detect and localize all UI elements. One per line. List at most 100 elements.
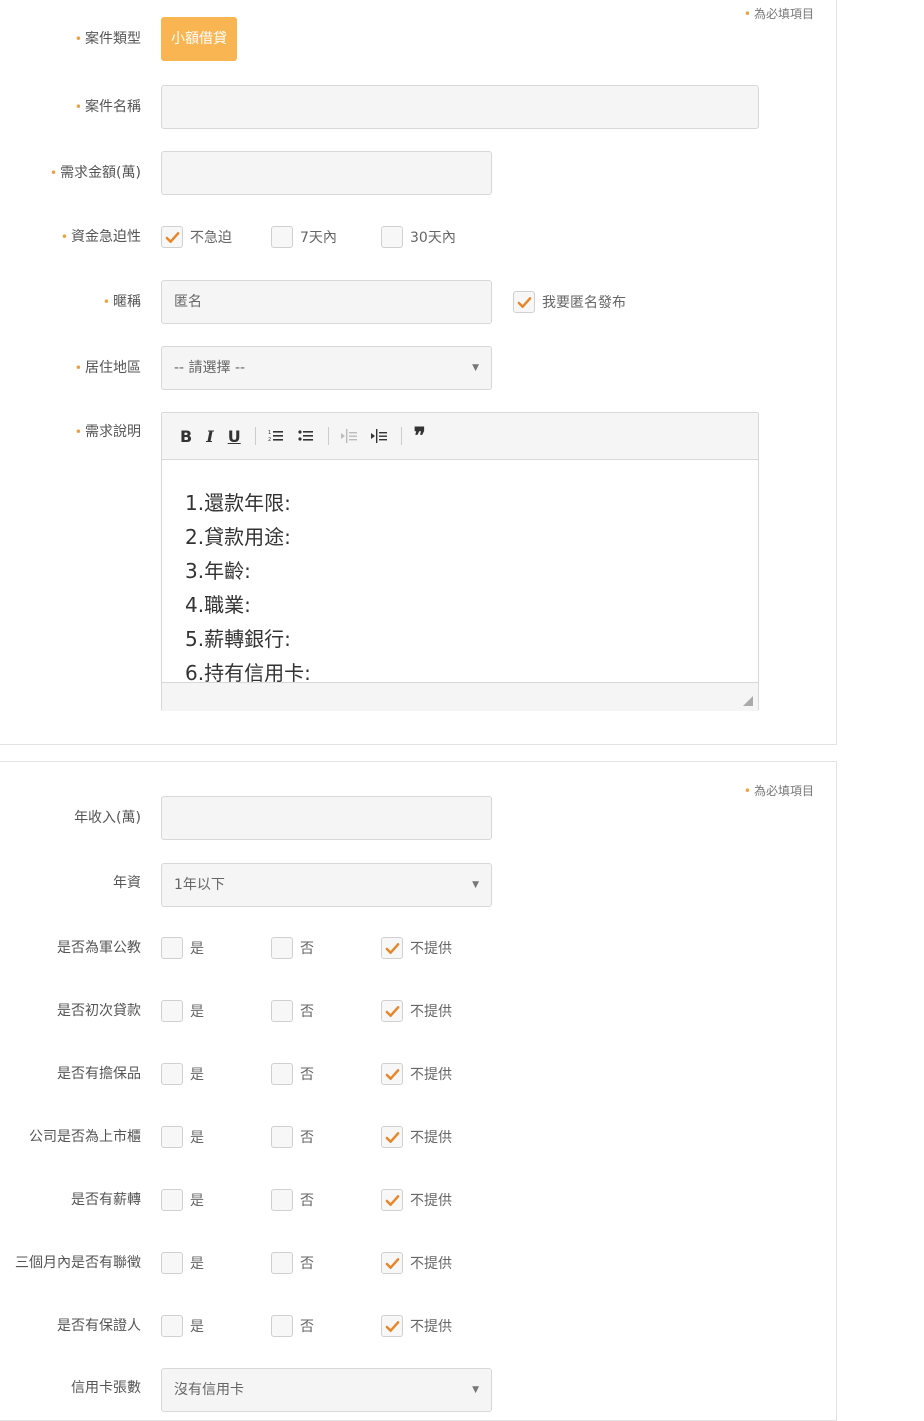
option-not-provided[interactable]: 不提供 bbox=[381, 1251, 452, 1275]
outdent-icon bbox=[340, 429, 357, 443]
checkbox[interactable] bbox=[381, 1189, 403, 1211]
option-yes[interactable]: 是 bbox=[161, 936, 204, 960]
anonymous-checkbox[interactable]: 我要匿名發布 bbox=[513, 290, 626, 314]
checkbox[interactable] bbox=[513, 291, 535, 313]
required-note: • 為必填項目 bbox=[743, 7, 814, 21]
option-no[interactable]: 否 bbox=[271, 1314, 314, 1338]
credit-cards-label: 信用卡張數 bbox=[71, 1380, 141, 1396]
checkbox[interactable] bbox=[381, 1000, 403, 1022]
editor-line: 4.職業: bbox=[185, 593, 251, 617]
italic-button[interactable]: I bbox=[206, 427, 213, 446]
check-icon bbox=[517, 296, 531, 308]
checkbox[interactable] bbox=[271, 1252, 293, 1274]
checkbox[interactable] bbox=[161, 1000, 183, 1022]
option-no[interactable]: 否 bbox=[271, 936, 314, 960]
checkbox[interactable] bbox=[161, 1189, 183, 1211]
option-yes[interactable]: 是 bbox=[161, 1314, 204, 1338]
required-note: • 為必填項目 bbox=[743, 784, 814, 798]
profile-form-panel: • 為必填項目 年收入(萬) 年資 1年以下 ▼ 是否為軍公教是否不提供 是否初次貸… bbox=[0, 761, 837, 1421]
caret-down-icon: ▼ bbox=[472, 363, 479, 373]
checkbox[interactable] bbox=[161, 226, 183, 248]
checkbox[interactable] bbox=[381, 1063, 403, 1085]
svg-text:1: 1 bbox=[268, 430, 271, 436]
checkbox[interactable] bbox=[271, 1126, 293, 1148]
option-no[interactable]: 否 bbox=[271, 999, 314, 1023]
option-not-provided[interactable]: 不提供 bbox=[381, 1314, 452, 1338]
checkbox[interactable] bbox=[381, 1252, 403, 1274]
checkbox[interactable] bbox=[381, 1126, 403, 1148]
editor-line: 1.還款年限: bbox=[185, 491, 291, 515]
checkbox[interactable] bbox=[161, 937, 183, 959]
editor-line: 3.年齡: bbox=[185, 559, 251, 583]
check-icon bbox=[165, 231, 179, 243]
urgency-option-7days[interactable]: 7天內 bbox=[271, 225, 337, 249]
checkbox[interactable] bbox=[381, 937, 403, 959]
resize-handle-icon[interactable] bbox=[743, 696, 753, 706]
check-icon bbox=[385, 1131, 399, 1143]
case-name-label: 案件名稱 bbox=[85, 99, 141, 115]
checkbox[interactable] bbox=[161, 1315, 183, 1337]
option-no[interactable]: 否 bbox=[271, 1251, 314, 1275]
editor-line: 6.持有信用卡: bbox=[185, 661, 311, 682]
checkbox[interactable] bbox=[161, 1126, 183, 1148]
option-yes[interactable]: 是 bbox=[161, 1062, 204, 1086]
amount-input[interactable] bbox=[161, 151, 492, 195]
case-name-input[interactable] bbox=[161, 85, 759, 129]
option-no[interactable]: 否 bbox=[271, 1125, 314, 1149]
checkbox[interactable] bbox=[271, 1315, 293, 1337]
indent-button[interactable] bbox=[370, 429, 387, 443]
checkbox[interactable] bbox=[161, 1063, 183, 1085]
option-not-provided[interactable]: 不提供 bbox=[381, 1125, 452, 1149]
option-yes[interactable]: 是 bbox=[161, 1251, 204, 1275]
urgency-option-not-urgent[interactable]: 不急迫 bbox=[161, 225, 232, 249]
toolbar-divider bbox=[327, 427, 329, 445]
option-yes[interactable]: 是 bbox=[161, 999, 204, 1023]
seniority-label: 年資 bbox=[113, 875, 141, 891]
checkbox[interactable] bbox=[381, 226, 403, 248]
option-not-provided[interactable]: 不提供 bbox=[381, 1188, 452, 1212]
checkbox[interactable] bbox=[271, 1000, 293, 1022]
blockquote-button[interactable]: ❞ bbox=[414, 425, 426, 447]
question-label: 是否為軍公教 bbox=[57, 940, 141, 956]
region-select[interactable]: -- 請選擇 -- ▼ bbox=[161, 346, 492, 390]
editor-content[interactable]: 1.還款年限: 2.貸款用途: 3.年齡: 4.職業: 5.薪轉銀行: 6.持有… bbox=[162, 460, 758, 682]
case-type-button[interactable]: 小額借貸 bbox=[161, 17, 237, 61]
check-icon bbox=[385, 1005, 399, 1017]
check-icon bbox=[385, 1320, 399, 1332]
option-not-provided[interactable]: 不提供 bbox=[381, 1062, 452, 1086]
checkbox[interactable] bbox=[161, 1252, 183, 1274]
option-yes[interactable]: 是 bbox=[161, 1188, 204, 1212]
check-icon bbox=[385, 1257, 399, 1269]
option-no[interactable]: 否 bbox=[271, 1062, 314, 1086]
annual-income-input[interactable] bbox=[161, 796, 492, 840]
unordered-list-icon bbox=[298, 430, 313, 441]
checkbox[interactable] bbox=[271, 226, 293, 248]
underline-button[interactable]: U bbox=[228, 427, 241, 446]
description-editor[interactable]: B I U 12 ❞ 1.還款年限: 2.貸款用途: 3.年齡: 4.職業: 5… bbox=[161, 412, 759, 711]
option-no[interactable]: 否 bbox=[271, 1188, 314, 1212]
ordered-list-button[interactable]: 12 bbox=[268, 429, 284, 443]
question-label: 是否初次貸款 bbox=[57, 1003, 141, 1019]
toolbar-divider bbox=[400, 427, 402, 445]
toolbar-divider bbox=[254, 427, 256, 445]
checkbox[interactable] bbox=[381, 1315, 403, 1337]
urgency-option-30days[interactable]: 30天內 bbox=[381, 225, 456, 249]
checkbox[interactable] bbox=[271, 1189, 293, 1211]
checkbox[interactable] bbox=[271, 937, 293, 959]
urgency-label: 資金急迫性 bbox=[71, 229, 141, 245]
caret-down-icon: ▼ bbox=[472, 880, 479, 890]
option-not-provided[interactable]: 不提供 bbox=[381, 999, 452, 1023]
check-icon bbox=[385, 1194, 399, 1206]
question-label: 是否有薪轉 bbox=[71, 1192, 141, 1208]
checkbox[interactable] bbox=[271, 1063, 293, 1085]
question-label: 是否有擔保品 bbox=[57, 1066, 141, 1082]
bold-button[interactable]: B bbox=[180, 427, 192, 446]
seniority-select[interactable]: 1年以下 ▼ bbox=[161, 863, 492, 907]
nickname-input[interactable]: 匿名 bbox=[161, 280, 492, 324]
option-not-provided[interactable]: 不提供 bbox=[381, 936, 452, 960]
option-yes[interactable]: 是 bbox=[161, 1125, 204, 1149]
outdent-button[interactable] bbox=[340, 429, 357, 443]
credit-cards-select[interactable]: 沒有信用卡 ▼ bbox=[161, 1368, 492, 1412]
editor-toolbar: B I U 12 ❞ bbox=[162, 413, 758, 460]
unordered-list-button[interactable] bbox=[298, 429, 314, 443]
